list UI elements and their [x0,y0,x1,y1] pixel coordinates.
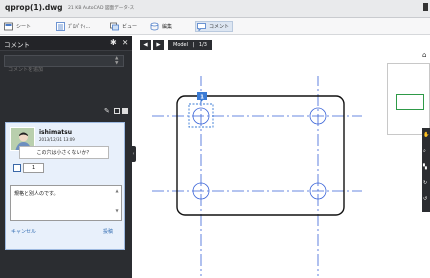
cancel-button[interactable]: キャンセル [11,228,36,235]
stepper-icon[interactable]: ▲ ▼ [115,56,118,66]
post-button[interactable]: 投稿 [103,228,113,235]
fit-icon[interactable]: ↺ [423,196,427,202]
comment-number: 1 [23,163,44,173]
view-icon [110,22,119,31]
page-indicator: 1/3 [198,42,207,48]
comment-button[interactable]: コメント [195,21,234,32]
comment-pin-number: 1 [200,95,204,101]
panel-title: コメント [4,41,30,49]
flag-icon[interactable] [423,3,428,11]
square-icon[interactable] [114,108,120,114]
comment-date: 2013/12/31 13:09 [39,137,75,142]
navigation-toolbar: ✋ ⌕ ▚ ↻ ↺ [422,128,430,212]
markup-icon[interactable] [13,164,21,172]
properties-button[interactable]: ﾌﾟﾛﾊﾟﾃｨ... [56,21,90,32]
sheet-button[interactable]: シート [4,21,31,32]
home-icon[interactable]: ⌂ [422,51,426,59]
gear-icon[interactable]: ✱ [110,38,117,47]
pan-icon[interactable]: ✋ [423,132,429,138]
separator: | [192,42,195,48]
sheet-label: シート [16,24,32,30]
comment-label: コメント [209,24,230,30]
comment-text: この穴は小さくないか？ [19,146,109,159]
toolbar: シート ﾌﾟﾛﾊﾟﾃｨ... ビュー 編集 コメント [0,18,430,35]
comment-user: ishimatsu [39,129,72,136]
title-bar: qprop(1).dwg 21 KB AutoCAD 図面データ-ス [0,0,430,18]
properties-icon [56,22,65,31]
overview-viewport[interactable] [396,94,424,110]
edit-icon [150,22,159,31]
prev-page-button[interactable]: ◀ [140,40,151,50]
filled-square-icon[interactable] [122,108,128,114]
pencil-icon[interactable]: ✎ [104,107,110,115]
file-subtitle: 21 KB AutoCAD 図面データ-ス [68,6,135,11]
comment-panel: コメント ✱ ✕ ▲▼ ✎ ishimatsu 2013/12/31 13:09… [0,36,132,278]
part-outline [176,95,345,216]
view-label: ビュー [122,24,138,30]
drawing-canvas[interactable]: ◀ ▶ Model | 1/3 1 ⌂ ✋ ⌕ ▚ ↻ ↺ [136,36,430,278]
layout-label: Model [173,42,189,48]
file-name: qprop(1).dwg [5,3,63,12]
comment-card[interactable]: ishimatsu 2013/12/31 13:09 この穴は小さくないか？ 1… [5,122,125,250]
zoom-icon[interactable]: ⌕ [423,148,426,154]
comment-search-field[interactable] [4,55,124,75]
view-button[interactable]: ビュー [110,21,137,32]
comment-input[interactable] [5,65,123,75]
reply-scrollbar[interactable]: ▲ ▼ [114,188,120,218]
drawing: 1 [152,76,362,276]
sheet-icon [4,22,13,31]
panel-header: コメント ✱ ✕ [0,36,132,51]
overview-panel[interactable] [387,63,430,135]
close-icon[interactable]: ✕ [122,38,128,47]
reply-box[interactable]: 規格と別人のです。 ▲ ▼ [10,185,122,221]
orbit-icon[interactable]: ↻ [423,180,427,186]
layout-selector[interactable]: Model | 1/3 [168,40,212,50]
comment-icon [197,22,206,32]
edit-label: 編集 [162,24,173,30]
properties-label: ﾌﾟﾛﾊﾟﾃｨ... [68,24,91,30]
walk-icon[interactable]: ▚ [423,164,427,170]
reply-textarea[interactable]: 規格と別人のです。 [11,186,121,220]
edit-button[interactable]: 編集 [150,21,172,32]
next-page-button[interactable]: ▶ [153,40,164,50]
